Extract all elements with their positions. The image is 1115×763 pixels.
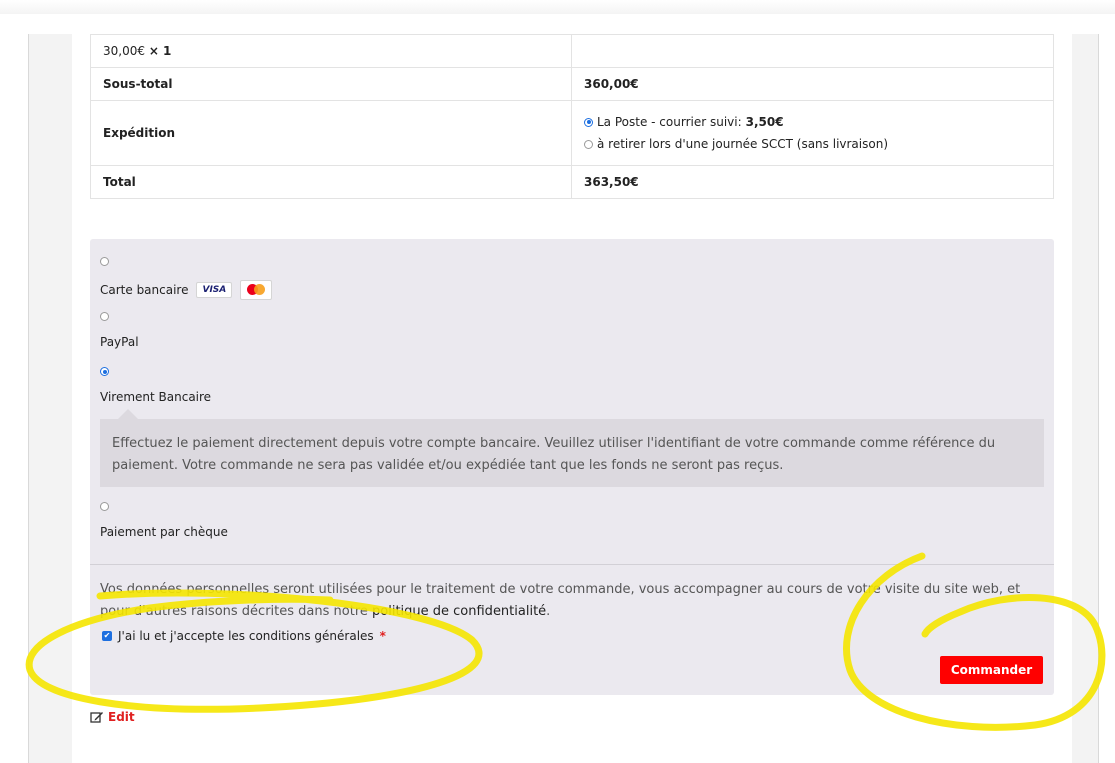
shipping-label: Expédition [90,100,572,166]
terms-checkbox[interactable]: ✔ [102,631,112,641]
shipping-option-pickup[interactable]: à retirer lors d'une journée SCCT (sans … [584,133,1041,155]
payment-method-label: Paiement par chèque [100,525,228,539]
edit-icon [90,712,103,723]
privacy-notice: Vos données personnelles seront utilisée… [100,579,1040,623]
bank-transfer-description: Effectuez le paiement directement depuis… [100,409,1044,487]
privacy-text: Vos données personnelles seront utilisée… [100,582,1021,619]
payment-radio-card[interactable] [100,257,109,266]
edit-link[interactable]: Edit [90,710,135,724]
shipping-option-label: La Poste - courrier suivi: [597,115,742,129]
payment-method-bank-transfer[interactable]: Virement Bancaire [100,367,211,404]
page-top-edge [0,0,1115,14]
payment-method-label: Carte bancaire [100,283,189,297]
table-row: Total 363,50€ [90,165,1054,199]
shipping-options: La Poste - courrier suivi: 3,50€ à retir… [571,100,1054,166]
right-page-margin [1072,34,1099,763]
payment-method-label: Virement Bancaire [100,390,212,404]
shipping-radio-laposte[interactable] [584,117,593,127]
mastercard-icon [240,280,273,300]
place-order-button[interactable]: Commander [940,656,1043,684]
total-label: Total [90,165,572,199]
edit-label: Edit [108,710,135,724]
item-quantity: × 1 [148,44,172,58]
shipping-option-label: à retirer lors d'une journée SCCT (sans … [597,137,888,151]
total-value: 363,50€ [571,165,1054,199]
terms-label: J'ai lu et j'accepte les conditions géné… [118,629,374,643]
item-price-cell: 30,00€ × 1 [90,34,572,68]
left-page-margin [28,34,73,763]
payment-method-cheque[interactable]: Paiement par chèque [100,502,228,539]
shipping-option-price: 3,50€ [745,115,784,129]
required-marker: * [379,629,386,643]
payment-radio-paypal[interactable] [100,312,109,321]
checkout-content: 30,00€ × 1 Sous-total 360,00€ Expédition… [72,34,1072,763]
order-totals-table: 30,00€ × 1 Sous-total 360,00€ Expédition… [90,34,1054,199]
payment-radio-cheque[interactable] [100,502,109,511]
payment-method-card[interactable]: Carte bancaire VISA [100,257,273,300]
privacy-end: . [546,604,551,619]
payment-method-label: PayPal [100,335,139,349]
empty-cell [571,34,1054,68]
subtotal-value: 360,00€ [571,67,1054,101]
shipping-option-laposte[interactable]: La Poste - courrier suivi: 3,50€ [584,111,1041,133]
section-divider [90,564,1054,565]
payment-radio-bank-transfer[interactable] [100,367,109,376]
terms-acceptance[interactable]: ✔ J'ai lu et j'accepte les conditions gé… [102,629,386,643]
privacy-policy-link[interactable]: politique de confidentialité [372,604,546,619]
payment-section: Carte bancaire VISA PayPal Virement Banc… [90,239,1054,695]
shipping-radio-pickup[interactable] [584,139,593,149]
table-row: Expédition La Poste - courrier suivi: 3,… [90,100,1054,166]
table-row: 30,00€ × 1 [90,34,1054,68]
item-price: 30,00€ [103,44,145,58]
visa-icon: VISA [196,282,233,298]
subtotal-label: Sous-total [90,67,572,101]
table-row: Sous-total 360,00€ [90,67,1054,101]
payment-method-paypal[interactable]: PayPal [100,312,139,349]
